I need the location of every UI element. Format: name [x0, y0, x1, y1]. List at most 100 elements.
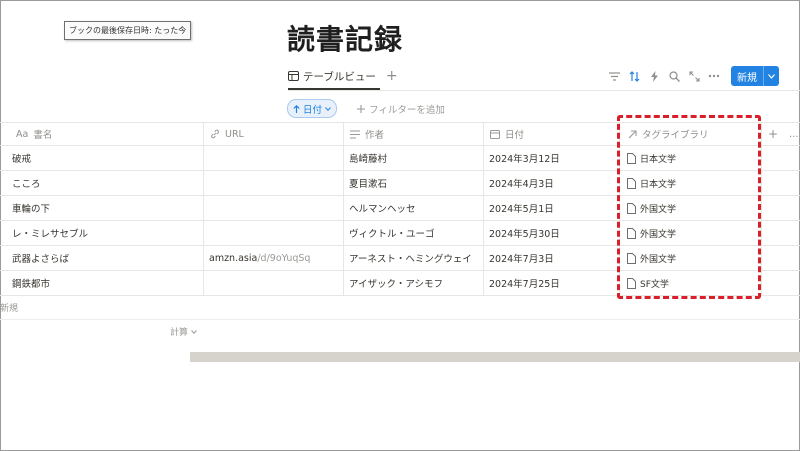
- divider: [0, 319, 800, 320]
- calculate-button[interactable]: 計算: [170, 325, 197, 338]
- filter-bar: 日付 フィルターを追加: [287, 99, 445, 118]
- column-header-date-label: 日付: [505, 130, 525, 141]
- column-header-title-label: 書名: [33, 130, 53, 141]
- cell-title[interactable]: 武器よさらば: [12, 246, 197, 270]
- cell-author[interactable]: 島崎藤村: [349, 146, 481, 170]
- page-icon: [627, 177, 636, 189]
- cell-date[interactable]: 2024年5月1日: [489, 196, 614, 220]
- filter-icon[interactable]: [604, 68, 624, 84]
- cell-author[interactable]: 夏目漱石: [349, 171, 481, 195]
- search-icon[interactable]: [664, 68, 684, 84]
- cell-title[interactable]: 鋼鉄都市: [12, 271, 197, 295]
- table-row[interactable]: こころ 夏目漱石 2024年4月3日 日本文学: [0, 171, 800, 196]
- cell-url[interactable]: [209, 171, 341, 195]
- cell-date[interactable]: 2024年7月25日: [489, 271, 614, 295]
- table-row[interactable]: 破戒 島崎藤村 2024年3月12日 日本文学: [0, 146, 800, 171]
- cell-date[interactable]: 2024年4月3日: [489, 171, 614, 195]
- table-row[interactable]: 武器よさらば amzn.asia/d/9oYuqSq アーネスト・ヘミングウェイ…: [0, 246, 800, 271]
- add-column-button[interactable]: +: [768, 123, 778, 145]
- cell-date[interactable]: 2024年7月3日: [489, 246, 614, 270]
- more-options-icon[interactable]: [704, 68, 724, 84]
- cell-title[interactable]: 破戒: [12, 146, 197, 170]
- page-icon: [627, 252, 636, 264]
- column-header-title[interactable]: Aa 書名: [16, 123, 196, 145]
- cell-author[interactable]: アイザック・アシモフ: [349, 271, 481, 295]
- page-icon: [627, 152, 636, 164]
- column-more-button[interactable]: …: [789, 123, 799, 145]
- cell-author[interactable]: ヘルマンヘッセ: [349, 196, 481, 220]
- cell-author[interactable]: アーネスト・ヘミングウェイ: [349, 246, 481, 270]
- cell-url[interactable]: [209, 146, 341, 170]
- cell-url[interactable]: [209, 221, 341, 245]
- text-type-icon: Aa: [16, 128, 29, 140]
- cell-tag[interactable]: 外国文学: [627, 221, 755, 245]
- sort-date-pill[interactable]: 日付: [287, 99, 338, 118]
- tag-label: 日本文学: [640, 154, 677, 165]
- cell-date[interactable]: 2024年3月12日: [489, 146, 614, 170]
- divider: [288, 90, 800, 91]
- column-header-tag-label: タグライブラリ: [642, 130, 709, 141]
- table-row[interactable]: 車輪の下 ヘルマンヘッセ 2024年5月1日 外国文学: [0, 196, 800, 221]
- page-icon: [627, 202, 636, 214]
- plus-icon: [357, 104, 366, 113]
- column-header-author-label: 作者: [365, 130, 385, 141]
- cell-url[interactable]: [209, 196, 341, 220]
- cell-tag[interactable]: SF文学: [627, 271, 755, 295]
- cell-author[interactable]: ヴィクトル・ユーゴ: [349, 221, 481, 245]
- new-button-label: 新規: [737, 72, 757, 84]
- cell-url[interactable]: [209, 271, 341, 295]
- page-title[interactable]: 読書記録: [287, 18, 403, 58]
- expand-icon[interactable]: [684, 68, 704, 84]
- table-row[interactable]: 鋼鉄都市 アイザック・アシモフ 2024年7月25日 SF文学: [0, 271, 800, 296]
- cell-tag[interactable]: 外国文学: [627, 246, 755, 270]
- cell-url[interactable]: amzn.asia/d/9oYuqSq: [209, 246, 341, 270]
- calendar-icon: [490, 130, 500, 139]
- tag-label: 外国文学: [640, 204, 677, 215]
- table-icon: [288, 71, 299, 81]
- column-header-author[interactable]: 作者: [350, 123, 480, 145]
- url-host: amzn.asia: [209, 252, 258, 264]
- column-header-url[interactable]: URL: [210, 123, 340, 145]
- tab-table-view[interactable]: テーブルビュー: [288, 69, 376, 84]
- toolbar: [604, 68, 724, 84]
- page-icon: [627, 227, 636, 239]
- arrow-up-icon: [293, 104, 300, 113]
- new-button[interactable]: 新規: [731, 66, 779, 86]
- table-header: Aa 書名 URL 作者 日付 タグライブラリ + …: [0, 122, 800, 146]
- cell-tag[interactable]: 日本文学: [627, 146, 755, 170]
- relation-arrow-icon: [628, 129, 637, 138]
- chevron-down-icon: [325, 106, 331, 111]
- chevron-down-icon: [191, 329, 197, 334]
- calculate-label: 計算: [170, 328, 189, 338]
- chevron-down-icon[interactable]: [764, 73, 779, 79]
- url-path: /d/9oYuqSq: [257, 252, 311, 264]
- table-row[interactable]: レ・ミレサセブル ヴィクトル・ユーゴ 2024年5月30日 外国文学: [0, 221, 800, 246]
- add-filter-button[interactable]: フィルターを追加: [357, 102, 445, 116]
- tag-label: SF文学: [640, 279, 669, 290]
- cell-title[interactable]: こころ: [12, 171, 197, 195]
- text-lines-icon: [350, 129, 360, 139]
- cell-tag[interactable]: 日本文学: [627, 171, 755, 195]
- add-filter-label: フィルターを追加: [369, 104, 445, 116]
- cell-title[interactable]: レ・ミレサセブル: [12, 221, 197, 245]
- add-view-button[interactable]: +: [386, 69, 398, 83]
- horizontal-scrollbar[interactable]: [190, 352, 800, 362]
- view-bar: テーブルビュー +: [288, 67, 398, 85]
- sort-pill-label: 日付: [303, 104, 323, 116]
- tag-label: 外国文学: [640, 254, 677, 265]
- cell-title[interactable]: 車輪の下: [12, 196, 197, 220]
- page-icon: [627, 277, 636, 289]
- tag-label: 外国文学: [640, 229, 677, 240]
- column-header-tag-library[interactable]: タグライブラリ: [628, 123, 758, 145]
- new-row-button[interactable]: 新規: [0, 301, 18, 314]
- cell-tag[interactable]: 外国文学: [627, 196, 755, 220]
- link-icon: [211, 129, 219, 139]
- new-row-label: 新規: [0, 304, 19, 314]
- automation-bolt-icon[interactable]: [644, 68, 664, 84]
- sort-icon[interactable]: [624, 68, 644, 84]
- cell-date[interactable]: 2024年5月30日: [489, 221, 614, 245]
- column-header-url-label: URL: [225, 128, 244, 140]
- save-status-tooltip: ブックの最後保存日時: たった今: [64, 21, 192, 40]
- tag-label: 日本文学: [640, 179, 677, 190]
- column-header-date[interactable]: 日付: [490, 123, 610, 145]
